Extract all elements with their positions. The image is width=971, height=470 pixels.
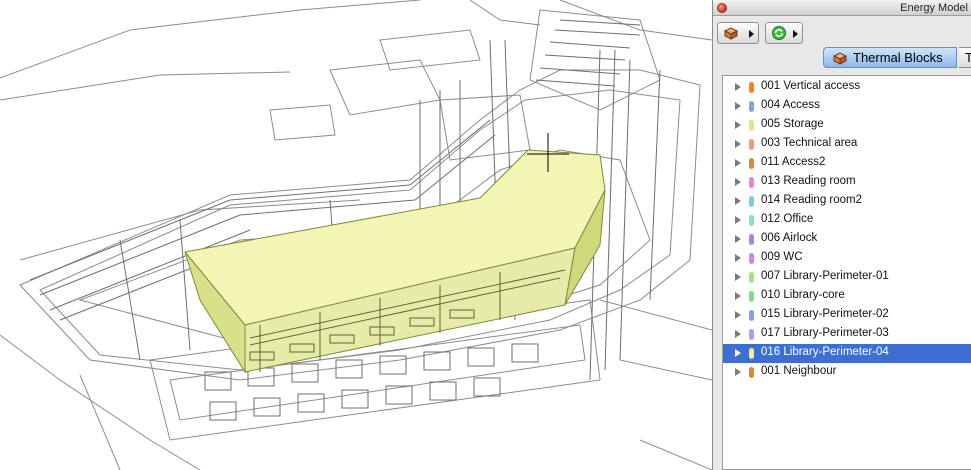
list-item[interactable]: 016 Library-Perimeter-04 bbox=[723, 344, 971, 363]
list-item[interactable]: 001 Vertical access bbox=[723, 78, 971, 97]
color-swatch bbox=[749, 253, 754, 264]
palette-title: Energy Model bbox=[900, 2, 968, 14]
list-item-label: 014 Reading room2 bbox=[761, 194, 863, 206]
disclosure-triangle-icon[interactable] bbox=[735, 368, 741, 376]
list-item[interactable]: 011 Access2 bbox=[723, 154, 971, 173]
disclosure-triangle-icon[interactable] bbox=[735, 273, 741, 281]
list-item-label: 001 Vertical access bbox=[761, 80, 861, 92]
tab-thermal-blocks[interactable]: Thermal Blocks bbox=[823, 47, 957, 68]
refresh-icon bbox=[772, 26, 786, 40]
list-item[interactable]: 001 Neighbour bbox=[723, 363, 971, 382]
disclosure-triangle-icon[interactable] bbox=[735, 330, 741, 338]
tab-label: Thermal Blocks bbox=[853, 50, 943, 65]
color-swatch bbox=[749, 215, 754, 226]
list-item[interactable]: 005 Storage bbox=[723, 116, 971, 135]
color-swatch bbox=[749, 272, 754, 283]
palette-toolbar bbox=[713, 17, 971, 47]
tab-label: T bbox=[965, 50, 971, 65]
thermal-blocks-list[interactable]: 001 Vertical access 004 Access 005 Storage… bbox=[722, 75, 971, 470]
disclosure-triangle-icon[interactable] bbox=[735, 83, 741, 91]
color-swatch bbox=[749, 234, 754, 245]
list-item[interactable]: 003 Technical area bbox=[723, 135, 971, 154]
list-item-label: 012 Office bbox=[761, 213, 814, 225]
list-item[interactable]: 010 Library-core bbox=[723, 287, 971, 306]
list-item-label: 017 Library-Perimeter-03 bbox=[761, 327, 889, 339]
disclosure-triangle-icon[interactable] bbox=[735, 121, 741, 129]
list-item-label: 009 WC bbox=[761, 251, 803, 263]
list-item-label: 003 Technical area bbox=[761, 137, 858, 149]
list-item-label: 013 Reading room bbox=[761, 175, 856, 187]
list-item-label: 011 Access2 bbox=[761, 156, 826, 168]
list-item-label: 005 Storage bbox=[761, 118, 824, 130]
color-swatch bbox=[749, 139, 754, 150]
list-item-label: 006 Airlock bbox=[761, 232, 818, 244]
list-item[interactable]: 013 Reading room bbox=[723, 173, 971, 192]
dropdown-arrow-icon bbox=[749, 30, 754, 38]
disclosure-triangle-icon[interactable] bbox=[735, 140, 741, 148]
list-item-label: 004 Access bbox=[761, 99, 820, 111]
list-item-label: 016 Library-Perimeter-04 bbox=[761, 346, 889, 358]
disclosure-triangle-icon[interactable] bbox=[735, 254, 741, 262]
disclosure-triangle-icon[interactable] bbox=[735, 349, 741, 357]
palette-titlebar[interactable]: Energy Model bbox=[713, 0, 971, 16]
color-swatch bbox=[749, 310, 754, 321]
building-wireframe bbox=[0, 0, 712, 470]
list-item-label: 001 Neighbour bbox=[761, 365, 837, 377]
disclosure-triangle-icon[interactable] bbox=[735, 292, 741, 300]
thermal-block-tool-button[interactable] bbox=[717, 22, 759, 44]
3d-model-viewport[interactable] bbox=[0, 0, 712, 470]
color-swatch bbox=[749, 101, 754, 112]
dropdown-arrow-icon bbox=[793, 30, 798, 38]
palette-tabbar: Thermal Blocks T bbox=[713, 46, 971, 70]
disclosure-triangle-icon[interactable] bbox=[735, 216, 741, 224]
color-swatch bbox=[749, 348, 754, 359]
color-swatch bbox=[749, 196, 754, 207]
list-item-label: 015 Library-Perimeter-02 bbox=[761, 308, 889, 320]
disclosure-triangle-icon[interactable] bbox=[735, 102, 741, 110]
thermal-block-icon bbox=[833, 52, 847, 65]
color-swatch bbox=[749, 367, 754, 378]
disclosure-triangle-icon[interactable] bbox=[735, 197, 741, 205]
disclosure-triangle-icon[interactable] bbox=[735, 311, 741, 319]
list-item-label: 010 Library-core bbox=[761, 289, 845, 301]
list-item[interactable]: 009 WC bbox=[723, 249, 971, 268]
refresh-tool-button[interactable] bbox=[765, 22, 803, 44]
disclosure-triangle-icon[interactable] bbox=[735, 159, 741, 167]
color-swatch bbox=[749, 329, 754, 340]
list-item[interactable]: 004 Access bbox=[723, 97, 971, 116]
disclosure-triangle-icon[interactable] bbox=[735, 178, 741, 186]
list-item[interactable]: 015 Library-Perimeter-02 bbox=[723, 306, 971, 325]
tab-next[interactable]: T bbox=[959, 47, 971, 68]
list-item[interactable]: 017 Library-Perimeter-03 bbox=[723, 325, 971, 344]
color-swatch bbox=[749, 291, 754, 302]
list-item-label: 007 Library-Perimeter-01 bbox=[761, 270, 889, 282]
color-swatch bbox=[749, 158, 754, 169]
close-button[interactable] bbox=[717, 3, 727, 13]
list-item[interactable]: 014 Reading room2 bbox=[723, 192, 971, 211]
list-item[interactable]: 006 Airlock bbox=[723, 230, 971, 249]
list-item[interactable]: 007 Library-Perimeter-01 bbox=[723, 268, 971, 287]
color-swatch bbox=[749, 120, 754, 131]
disclosure-triangle-icon[interactable] bbox=[735, 235, 741, 243]
color-swatch bbox=[749, 82, 754, 93]
energy-model-palette: Energy Model Thermal Blocks 001 Vertical… bbox=[712, 0, 971, 470]
list-item[interactable]: 012 Office bbox=[723, 211, 971, 230]
thermal-block-icon bbox=[723, 27, 739, 40]
color-swatch bbox=[749, 177, 754, 188]
